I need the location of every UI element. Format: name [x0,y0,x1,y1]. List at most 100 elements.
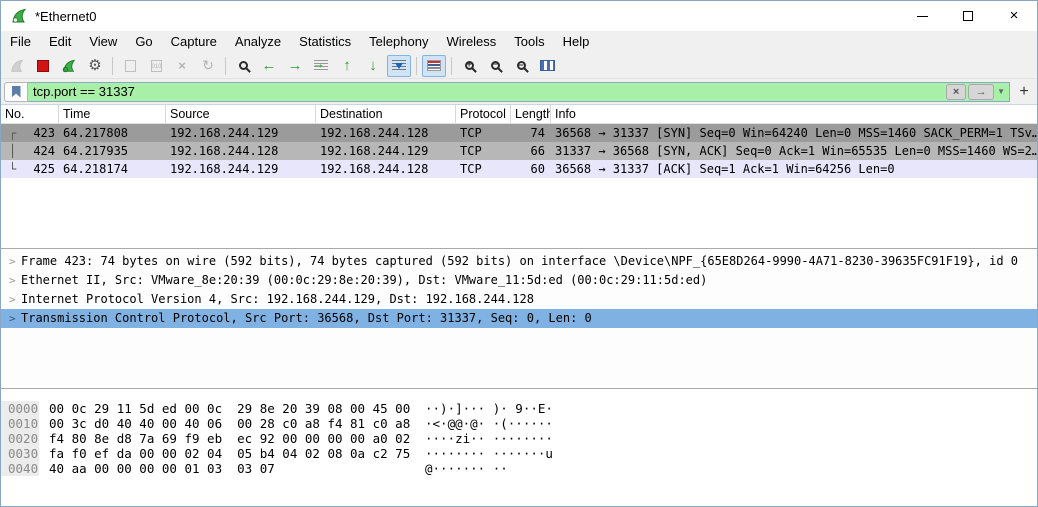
column-header-time[interactable]: Time [59,105,166,123]
add-filter-button[interactable]: + [1014,82,1034,102]
colorize-icon [427,60,441,71]
reload-file-button: ↻ [196,55,220,77]
packet-row-423[interactable]: ┌423 64.217808 192.168.244.129 192.168.2… [1,124,1037,142]
packet-info: 36568 → 31337 [SYN] Seq=0 Win=64240 Len=… [551,124,1037,142]
restart-capture-button[interactable] [57,55,81,77]
column-header-protocol[interactable]: Protocol [456,105,511,123]
go-last-packet-button[interactable]: ↓ [361,55,385,77]
go-back-button[interactable]: ← [257,55,281,77]
close-button[interactable]: × [991,1,1037,31]
clear-filter-button[interactable]: × [946,84,966,100]
colorize-button[interactable] [422,55,446,77]
hex-ascii[interactable]: ····zi·· ········ [425,431,553,446]
hex-ascii[interactable]: ········ ·······u [425,446,553,461]
menu-edit[interactable]: Edit [40,31,80,53]
conversation-bracket: └ [1,160,17,178]
column-header-destination[interactable]: Destination [316,105,456,123]
menu-wireless[interactable]: Wireless [437,31,505,53]
auto-scroll-button[interactable] [387,55,411,77]
hex-ascii[interactable]: ·<·@@·@· ·(······ [425,416,553,431]
packet-list-pane: No. Time Source Destination Protocol Len… [1,105,1037,245]
wireshark-icon [10,8,28,24]
hex-row[interactable]: 0020 f4 80 8e d8 7a 69 f9 eb ec 92 00 00… [1,431,1037,446]
packet-list-header: No. Time Source Destination Protocol Len… [1,105,1037,124]
zoom-in-icon: + [465,61,474,70]
menu-statistics[interactable]: Statistics [290,31,360,53]
filter-dropdown-caret[interactable]: ▼ [997,87,1005,96]
detail-row-ip[interactable]: > Internet Protocol Version 4, Src: 192.… [1,290,1037,309]
go-forward-button[interactable]: → [283,55,307,77]
hex-bytes[interactable]: fa f0 ef da 00 00 02 04 05 b4 04 02 08 0… [49,446,410,461]
bookmark-icon [12,86,21,98]
close-file-icon: × [178,58,186,73]
hex-offset: 0040 [1,461,39,476]
menu-tools[interactable]: Tools [505,31,553,53]
packet-protocol: TCP [456,124,511,142]
packet-source: 192.168.244.129 [166,160,316,178]
hex-bytes[interactable]: 40 aa 00 00 00 00 01 03 03 07 [49,461,275,476]
packet-length: 66 [511,142,551,160]
packet-protocol: TCP [456,160,511,178]
column-header-no[interactable]: No. [1,105,59,123]
packet-row-424[interactable]: │424 64.217935 192.168.244.128 192.168.2… [1,142,1037,160]
packet-row-425[interactable]: └425 64.218174 192.168.244.129 192.168.2… [1,160,1037,178]
title-bar: *Ethernet0 × [1,1,1037,31]
packet-source: 192.168.244.129 [166,124,316,142]
stop-capture-icon [37,60,49,72]
chevron-right-icon[interactable]: > [1,252,21,271]
main-toolbar: ⚙ 010 × ↻ ← → → ↑ ↓ + − = [1,53,1037,79]
detail-text: Transmission Control Protocol, Src Port:… [21,309,592,328]
minus-glyph: − [493,59,498,69]
minimize-button[interactable] [899,1,945,31]
start-capture-button [5,55,29,77]
find-packet-button[interactable] [231,55,255,77]
menu-telephony[interactable]: Telephony [360,31,437,53]
detail-row-frame[interactable]: > Frame 423: 74 bytes on wire (592 bits)… [1,252,1037,271]
hex-bytes[interactable]: 00 3c d0 40 40 00 40 06 00 28 c0 a8 f4 8… [49,416,410,431]
apply-filter-button[interactable]: → [968,84,994,100]
chevron-right-icon[interactable]: > [1,309,21,328]
hex-bytes[interactable]: 00 0c 29 11 5d ed 00 0c 29 8e 20 39 08 0… [49,401,410,416]
packet-protocol: TCP [456,142,511,160]
menu-analyze[interactable]: Analyze [226,31,290,53]
zoom-out-button[interactable]: − [483,55,507,77]
menu-file[interactable]: File [1,31,40,53]
open-file-button [118,55,142,77]
hex-ascii[interactable]: @······· ·· [425,461,508,476]
menu-view[interactable]: View [80,31,126,53]
toolbar-separator [112,57,113,75]
menu-go[interactable]: Go [126,31,161,53]
display-filter-input[interactable] [28,84,946,99]
hex-row[interactable]: 0010 00 3c d0 40 40 00 40 06 00 28 c0 a8… [1,416,1037,431]
go-to-packet-icon: → [314,60,328,71]
resize-columns-button[interactable] [535,55,559,77]
save-file-button: 010 [144,55,168,77]
chevron-right-icon[interactable]: > [1,290,21,309]
minimize-icon [917,16,928,17]
chevron-right-icon[interactable]: > [1,271,21,290]
hex-row[interactable]: 0030 fa f0 ef da 00 00 02 04 05 b4 04 02… [1,446,1037,461]
menu-capture[interactable]: Capture [162,31,226,53]
zoom-in-button[interactable]: + [457,55,481,77]
detail-row-ethernet[interactable]: > Ethernet II, Src: VMware_8e:20:39 (00:… [1,271,1037,290]
go-to-packet-button[interactable]: → [309,55,333,77]
capture-options-button[interactable]: ⚙ [83,55,107,77]
menu-help[interactable]: Help [554,31,599,53]
hex-bytes[interactable]: f4 80 8e d8 7a 69 f9 eb ec 92 00 00 00 0… [49,431,410,446]
column-header-length[interactable]: Length [511,105,551,123]
open-file-icon [125,60,136,72]
auto-scroll-icon [392,60,406,71]
zoom-normal-button[interactable]: = [509,55,533,77]
go-first-packet-button[interactable]: ↑ [335,55,359,77]
stop-capture-button[interactable] [31,55,55,77]
display-filter-field: × → ▼ [28,82,1010,102]
packet-no: 425 [17,160,59,178]
hex-row[interactable]: 0000 00 0c 29 11 5d ed 00 0c 29 8e 20 39… [1,401,1037,416]
hex-row[interactable]: 0040 40 aa 00 00 00 00 01 03 03 07 @····… [1,461,1037,476]
filter-bookmark-button[interactable] [4,82,28,102]
detail-row-tcp-selected[interactable]: > Transmission Control Protocol, Src Por… [1,309,1037,328]
column-header-info[interactable]: Info [551,105,1037,123]
maximize-button[interactable] [945,1,991,31]
column-header-source[interactable]: Source [166,105,316,123]
hex-ascii[interactable]: ··)·]··· )· 9··E· [425,401,553,416]
